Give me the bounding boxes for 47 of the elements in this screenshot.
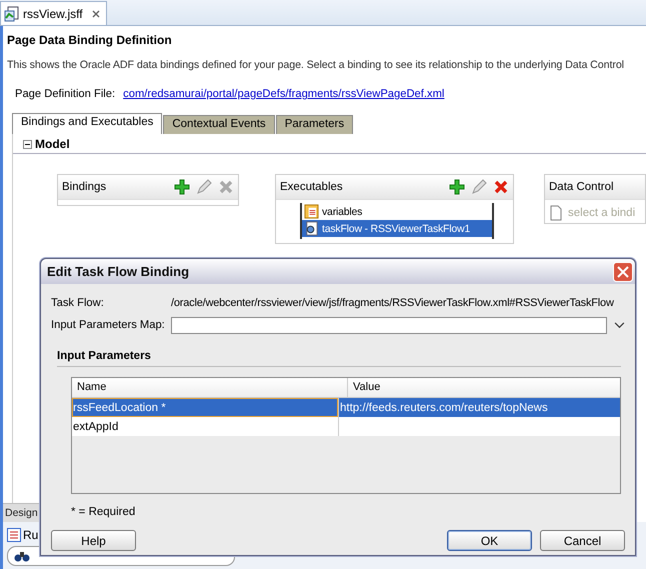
column-header[interactable]: Name <box>72 378 348 397</box>
cancel-button[interactable]: Cancel <box>540 530 625 551</box>
editor-tab[interactable]: rssView.jsff <box>0 1 107 25</box>
table-cell: extAppId <box>73 420 118 432</box>
close-icon[interactable] <box>92 10 100 18</box>
panel-title: Bindings <box>62 181 106 193</box>
parameters-map-field[interactable] <box>171 316 608 334</box>
table-row[interactable]: rssFeedLocation * http://feeds.reuters.com/reuters/topNews <box>72 398 620 417</box>
tab[interactable]: Contextual Events <box>163 115 275 134</box>
panel-title: Executables <box>280 181 343 193</box>
definition-file-label: Page Definition File: <box>15 88 116 100</box>
document-icon <box>550 205 562 221</box>
task-flow-icon <box>304 221 319 236</box>
pencil-icon[interactable] <box>196 179 212 195</box>
table-cell: rssFeedLocation * <box>73 402 166 414</box>
executable-item[interactable]: variables <box>302 203 492 220</box>
parameters-map-label: Input Parameters Map: <box>51 319 166 331</box>
page-description: This shows the Oracle ADF data bindings defined for your page. Select a binding to see its relationship to the underlying Data Control <box>6 58 625 71</box>
dropdown-icon[interactable] <box>614 322 625 328</box>
binoculars-icon <box>14 549 30 563</box>
variables-icon <box>304 204 319 219</box>
hint-text: select a bindi <box>568 207 636 219</box>
definition-file-link[interactable]: com/redsamurai/portal/pageDefs/fragments/rssViewPageDef.xml <box>123 88 444 100</box>
add-icon[interactable] <box>449 179 465 195</box>
ok-button[interactable]: OK <box>447 530 532 551</box>
table-row[interactable]: extAppId <box>72 417 620 436</box>
add-icon[interactable] <box>174 179 190 195</box>
required-note: * = Required <box>71 506 136 518</box>
pencil-icon[interactable] <box>471 179 487 195</box>
list-icon <box>7 528 21 542</box>
document-icon <box>4 6 20 22</box>
run-tab[interactable]: Ru <box>23 528 38 542</box>
task-flow-value: /oracle/webcenter/rssviewer/view/jsf/fragments/RSSViewerTaskFlow.xml#RSSViewerTaskFlow <box>171 297 614 309</box>
column-header[interactable]: Value <box>348 378 620 397</box>
delete-icon[interactable] <box>493 179 509 195</box>
help-button[interactable]: Help <box>51 530 136 551</box>
collapse-icon[interactable] <box>23 140 32 148</box>
section-title: Input Parameters <box>57 350 621 367</box>
task-flow-label: Task Flow: <box>51 297 105 309</box>
executable-item[interactable]: taskFlow - RSSViewerTaskFlow1 <box>302 220 492 237</box>
page-title: Page Data Binding Definition <box>6 32 173 47</box>
section-title: Model <box>35 137 70 151</box>
tab[interactable]: Parameters <box>276 115 354 134</box>
dialog-title: Edit Task Flow Binding <box>47 264 190 279</box>
panel-title: Data Control <box>549 181 614 193</box>
tab[interactable]: Bindings and Executables <box>12 113 162 134</box>
table-cell: http://feeds.reuters.com/reuters/topNews <box>340 402 548 414</box>
